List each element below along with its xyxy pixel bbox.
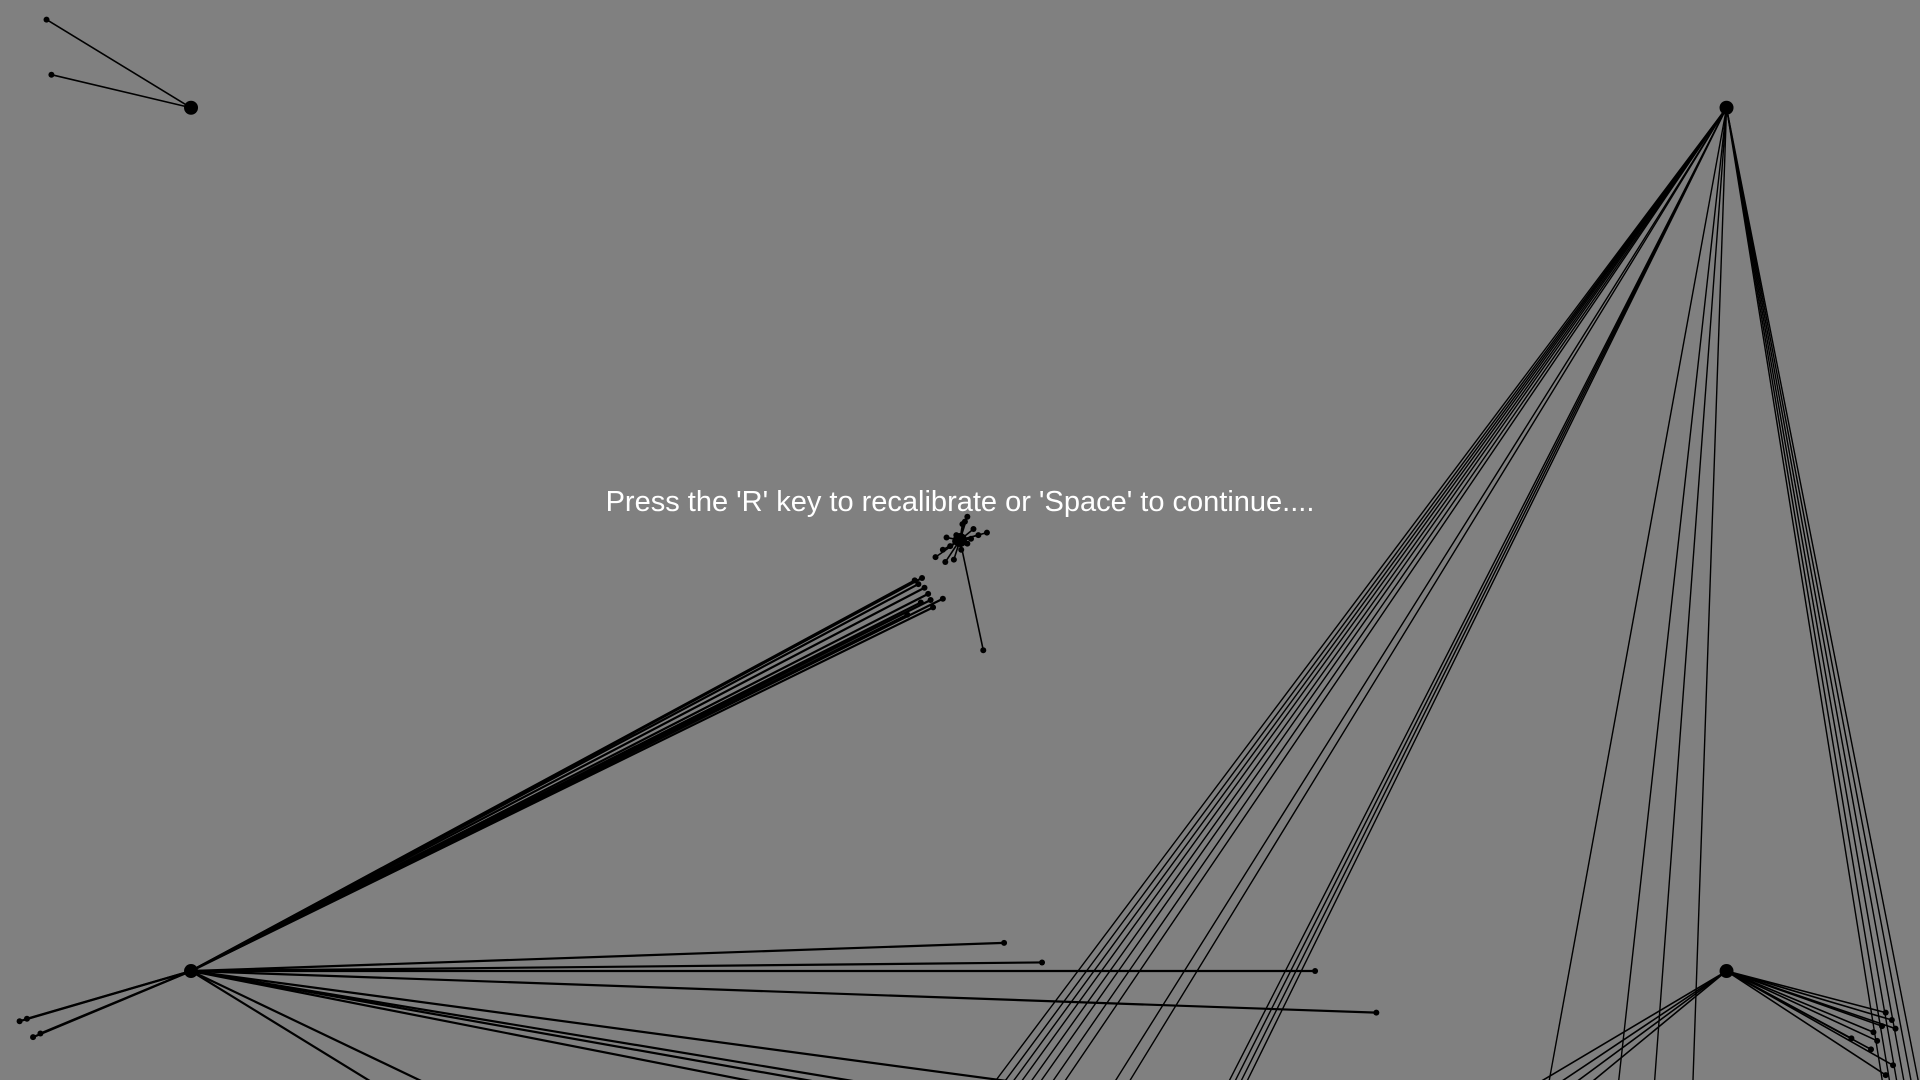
gaze-sample-point <box>1892 1025 1899 1032</box>
gaze-error-line <box>1004 107 1728 1080</box>
gaze-error-line <box>190 969 813 1080</box>
gaze-error-line <box>190 613 908 973</box>
gaze-sample-point <box>1868 1046 1875 1053</box>
gaze-sample-point <box>968 535 975 542</box>
gaze-sample-point <box>950 556 957 563</box>
gaze-sample-point <box>1890 1062 1897 1069</box>
gaze-sample-point <box>943 534 950 541</box>
gaze-error-line <box>1726 970 1887 1076</box>
calibration-targets <box>184 100 1734 979</box>
gaze-sample-point <box>975 532 982 539</box>
gaze-error-line <box>995 107 1728 1080</box>
gaze-error-line <box>1726 970 1894 1067</box>
gaze-sample-point <box>1001 939 1008 946</box>
gaze-error-line <box>26 969 192 1020</box>
gaze-sample-point <box>919 574 926 581</box>
gaze-error-line <box>959 539 985 651</box>
gaze-sample-point <box>927 597 934 603</box>
gaze-sample-point <box>904 611 911 618</box>
gaze-sample-point <box>1874 1037 1881 1044</box>
gaze-error-line <box>190 970 422 1080</box>
gaze-sample-point <box>942 559 949 566</box>
gaze-sample-point <box>958 546 965 553</box>
gaze-sample-point <box>23 1015 30 1022</box>
gaze-error-line <box>39 970 192 1035</box>
gaze-sample-point <box>915 581 922 588</box>
gaze-sample-point <box>43 16 50 23</box>
gaze-sample-point <box>1312 968 1319 975</box>
gaze-sample-point <box>37 1030 44 1037</box>
gaze-sample-point <box>1879 1023 1886 1030</box>
calibration-target-bottom-right <box>1719 964 1734 979</box>
gaze-sample-point <box>947 543 954 550</box>
gaze-sample-point <box>932 554 939 561</box>
gaze-sample-point <box>1039 959 1046 966</box>
gaze-error-lines <box>19 18 1919 1080</box>
gaze-sample-point <box>917 599 924 606</box>
gaze-error-line <box>1228 107 1728 1080</box>
gaze-sample-point <box>921 584 928 591</box>
calibration-target-center <box>953 533 967 547</box>
gaze-error-line <box>1548 107 1728 1080</box>
gaze-sample-point <box>1888 1017 1895 1023</box>
gaze-error-line <box>1726 970 1896 1030</box>
gaze-sample-point <box>939 595 946 602</box>
gaze-error-line <box>1726 970 1874 1033</box>
gaze-sample-point <box>980 647 987 654</box>
calibration-target-top-right <box>1719 100 1734 115</box>
gaze-error-line <box>46 18 192 109</box>
gaze-sample-point <box>1882 1072 1889 1079</box>
gaze-sample-point <box>939 546 946 553</box>
gaze-error-line <box>1115 107 1728 1080</box>
gaze-sample-point <box>1870 1029 1877 1036</box>
gaze-sample-point <box>925 590 932 597</box>
instruction-text: Press the 'R' key to recalibrate or 'Spa… <box>605 486 1315 518</box>
calibration-target-top-left <box>184 100 199 115</box>
gaze-error-line <box>1653 107 1728 1080</box>
gaze-sample-point <box>16 1018 23 1025</box>
gaze-sample-point <box>48 71 55 78</box>
gaze-error-line <box>1726 970 1878 1042</box>
calibration-plot <box>16 16 1919 1080</box>
calibration-target-bottom-left <box>184 964 199 979</box>
gaze-sample-point <box>970 525 977 532</box>
gaze-sample-point <box>1373 1009 1380 1016</box>
gaze-sample-point <box>30 1034 37 1041</box>
gaze-error-line <box>1725 107 1919 1080</box>
gaze-error-line <box>1726 970 1893 1021</box>
calibration-results-screen: Press the 'R' key to recalibrate or 'Spa… <box>0 0 1920 1080</box>
gaze-error-line <box>190 576 923 972</box>
gaze-sample-point <box>1882 1009 1889 1016</box>
gaze-error-line <box>1692 107 1728 1080</box>
gaze-sample-point <box>930 604 937 611</box>
gaze-error-line <box>51 73 192 109</box>
gaze-sample-point <box>983 529 990 536</box>
gaze-sample-point <box>1848 1035 1855 1042</box>
